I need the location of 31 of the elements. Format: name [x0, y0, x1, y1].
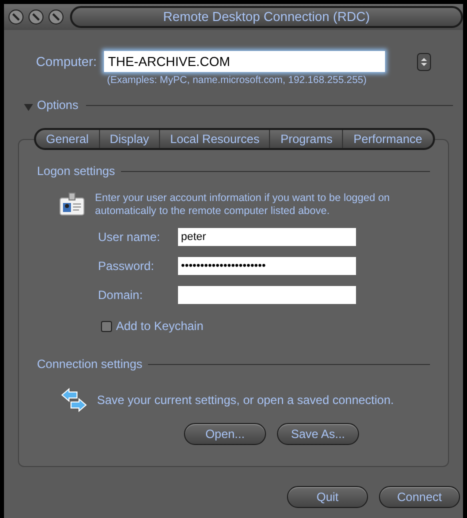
input-field[interactable]: ••••••••••••••••••••••	[178, 257, 356, 275]
field-label: Password:	[98, 258, 156, 275]
field-label: User name:	[98, 229, 162, 246]
dialog-button[interactable]: Quit	[287, 486, 368, 508]
window-control-icon[interactable]	[48, 9, 64, 25]
computer-label: Computer:	[36, 52, 98, 71]
computer-field[interactable]: THE-ARCHIVE.COM	[104, 51, 385, 72]
window-control-icon[interactable]	[28, 9, 44, 25]
tab[interactable]: Local Resources	[159, 130, 270, 148]
checkbox-label: Add to Keychain	[116, 318, 204, 335]
connection-description: Save your current settings, or open a saved connection.	[97, 392, 394, 409]
tab[interactable]: General	[36, 130, 99, 148]
logon-settings-heading: Logon settings	[37, 163, 116, 180]
computer-hint: (Examples: MyPC, name.microsoft.com, 192.168.255.255)	[107, 74, 368, 88]
options-label: Options	[37, 97, 78, 114]
connection-settings-heading: Connection settings	[37, 356, 142, 373]
logon-description: Enter your user account information if you want to be logged on automatically to the remote computer listed above.	[95, 192, 391, 218]
swap-arrows-icon	[61, 387, 87, 413]
input-field[interactable]	[178, 286, 356, 304]
id-card-icon	[59, 192, 85, 216]
tab[interactable]: Display	[98, 130, 160, 148]
input-field[interactable]: peter	[178, 228, 356, 246]
checkbox[interactable]	[101, 320, 112, 332]
field-label: Domain:	[98, 287, 144, 304]
dialog-button[interactable]: Connect	[379, 486, 460, 508]
connection-button[interactable]: Save As...	[277, 423, 359, 445]
window-title: Remote Desktop Connection (RDC)	[70, 6, 463, 28]
stepper-icon[interactable]	[417, 52, 431, 70]
connection-button[interactable]: Open...	[184, 423, 266, 445]
window-control-icon[interactable]	[8, 9, 24, 25]
tab[interactable]: Programs	[269, 130, 342, 148]
